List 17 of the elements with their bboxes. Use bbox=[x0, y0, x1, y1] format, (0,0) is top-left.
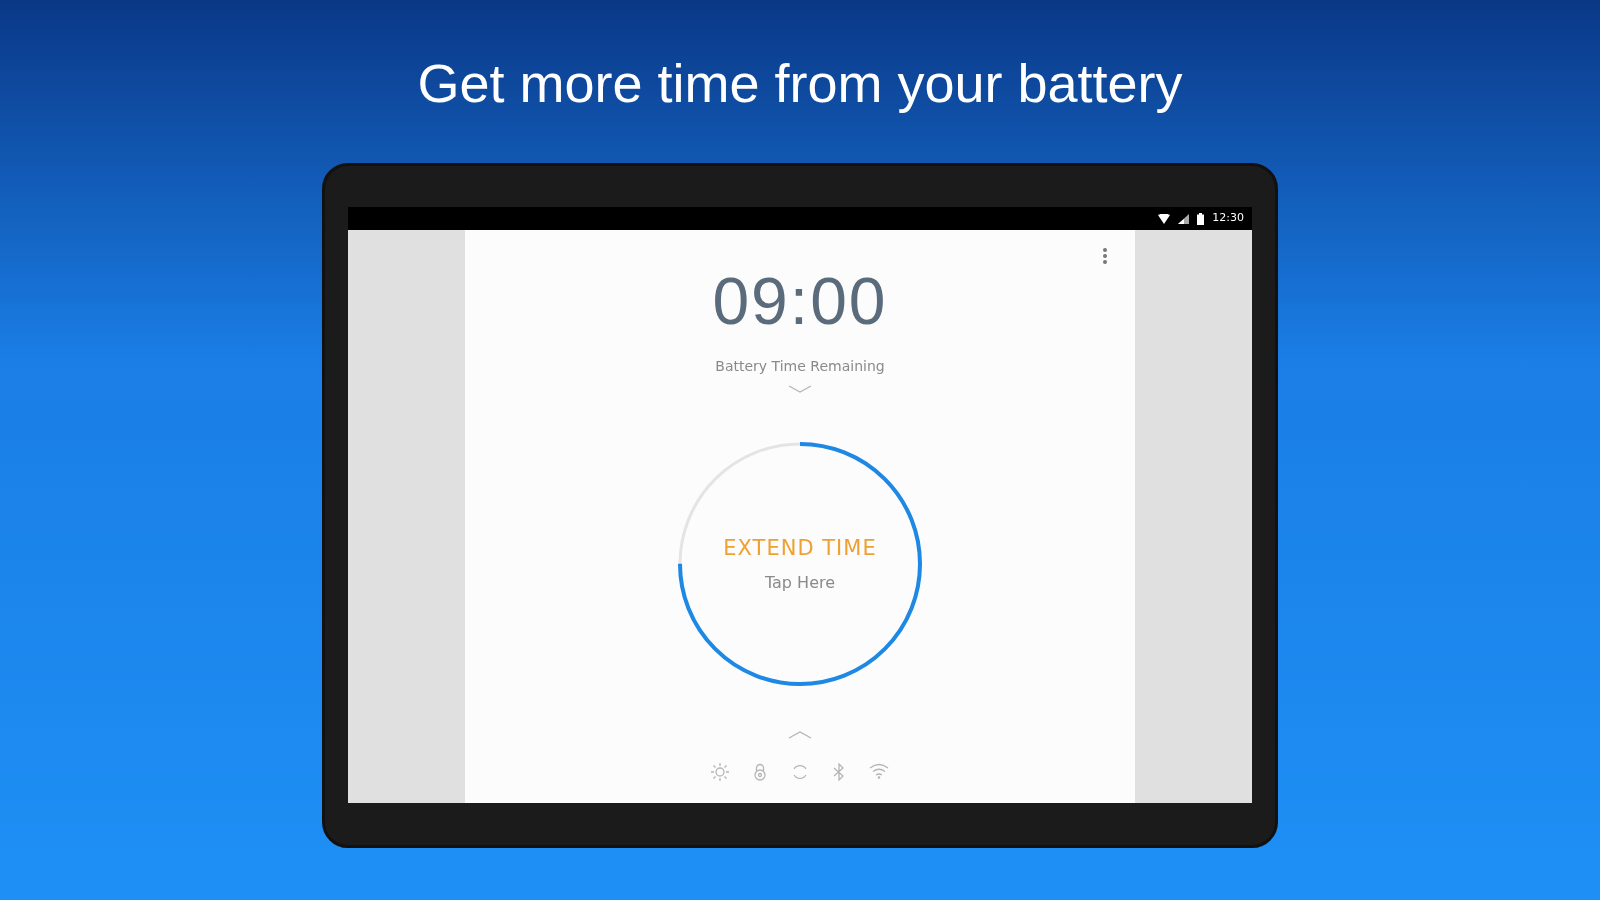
headline: Get more time from your battery bbox=[417, 53, 1183, 113]
lock-icon[interactable] bbox=[753, 763, 767, 781]
wifi-icon[interactable] bbox=[869, 763, 889, 779]
wifi-icon bbox=[1158, 213, 1171, 224]
overflow-menu-icon[interactable] bbox=[1103, 248, 1107, 264]
remaining-time: 09:00 bbox=[712, 268, 888, 334]
chevron-up-icon[interactable] bbox=[788, 731, 812, 739]
sync-icon[interactable] bbox=[791, 763, 809, 781]
tap-hint: Tap Here bbox=[764, 571, 836, 594]
brightness-icon[interactable] bbox=[711, 763, 729, 781]
remaining-label: Battery Time Remaining bbox=[715, 357, 885, 376]
status-time: 12:30 bbox=[1212, 210, 1244, 227]
bluetooth-icon[interactable] bbox=[833, 763, 845, 781]
signal-icon bbox=[1178, 213, 1190, 224]
chevron-down-icon[interactable] bbox=[788, 385, 812, 393]
extend-time-button[interactable]: EXTEND TIME bbox=[723, 533, 877, 565]
battery-icon bbox=[1197, 212, 1205, 225]
